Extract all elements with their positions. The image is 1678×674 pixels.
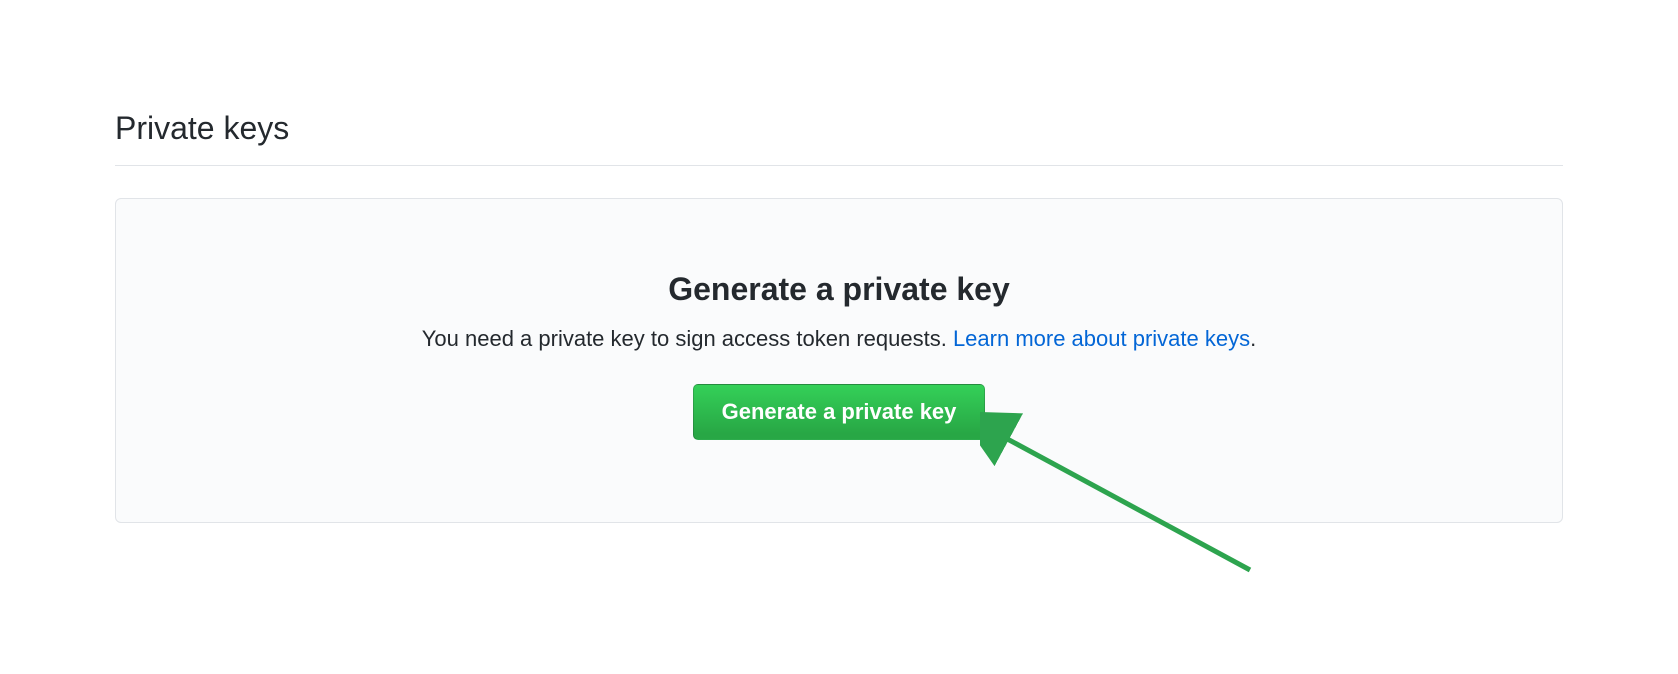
panel-heading: Generate a private key — [156, 271, 1522, 308]
generate-private-key-button[interactable]: Generate a private key — [693, 384, 986, 440]
learn-more-link[interactable]: Learn more about private keys — [953, 326, 1250, 351]
panel-desc-end: . — [1250, 326, 1256, 351]
panel-desc-text: You need a private key to sign access to… — [422, 326, 953, 351]
generate-key-panel: Generate a private key You need a privat… — [115, 198, 1563, 523]
panel-description: You need a private key to sign access to… — [156, 326, 1522, 352]
section-heading: Private keys — [115, 110, 1563, 166]
